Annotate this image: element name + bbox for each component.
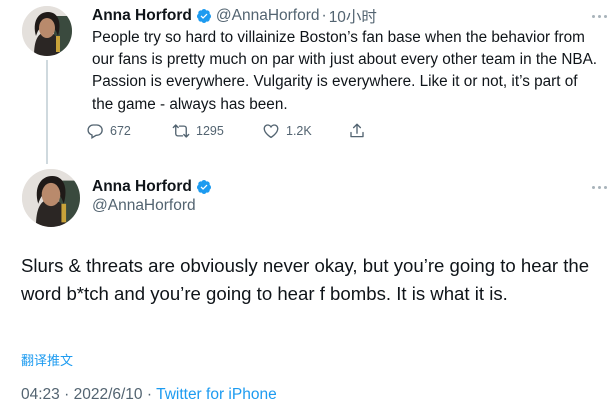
verified-badge-icon [196,8,212,24]
tweet-1-text: People try so hard to villainize Boston’… [92,29,598,113]
tweet-date[interactable]: 2022/6/10 [74,386,143,403]
separator-dot: · [146,386,153,403]
tweet-metadata: 04:23 · 2022/6/10 · Twitter for iPhone [21,386,277,404]
tweet-source-link[interactable]: Twitter for iPhone [156,386,277,403]
avatar[interactable] [22,169,80,227]
tweet-thread: Anna Horford @AnnaHorford · 10小时 People … [0,0,613,409]
reply-count: 672 [110,124,131,138]
verified-badge-icon [196,179,212,195]
thread-connector [46,60,48,164]
more-icon[interactable] [589,184,609,190]
tweet-time[interactable]: 10小时 [329,5,377,27]
separator-dot: · [64,386,70,403]
author-name[interactable]: Anna Horford [92,7,192,25]
tweet-2-text: Slurs & threats are obviously never okay… [21,255,590,304]
tweet-1-actions: 672 1295 1.2K [86,121,366,141]
like-count: 1.2K [286,124,312,138]
tweet-2-header: Anna Horford [92,177,216,197]
like-button[interactable]: 1.2K [262,122,348,140]
author-handle[interactable]: @AnnaHorford [216,7,320,25]
share-button[interactable] [348,122,366,140]
author-handle[interactable]: @AnnaHorford [92,197,196,215]
author-name[interactable]: Anna Horford [92,178,192,196]
like-icon [262,122,280,140]
reply-icon [86,122,104,140]
share-icon [348,122,366,140]
reply-button[interactable]: 672 [86,122,172,140]
tweet-1-header: Anna Horford @AnnaHorford · 10小时 [92,6,377,26]
more-icon[interactable] [589,13,609,19]
retweet-icon [172,122,190,140]
retweet-button[interactable]: 1295 [172,122,262,140]
separator-dot: · [321,7,327,24]
retweet-count: 1295 [196,124,224,138]
tweet-time[interactable]: 04:23 [21,386,60,403]
avatar[interactable] [22,6,72,56]
translate-tweet-link[interactable]: 翻译推文 [21,350,73,369]
